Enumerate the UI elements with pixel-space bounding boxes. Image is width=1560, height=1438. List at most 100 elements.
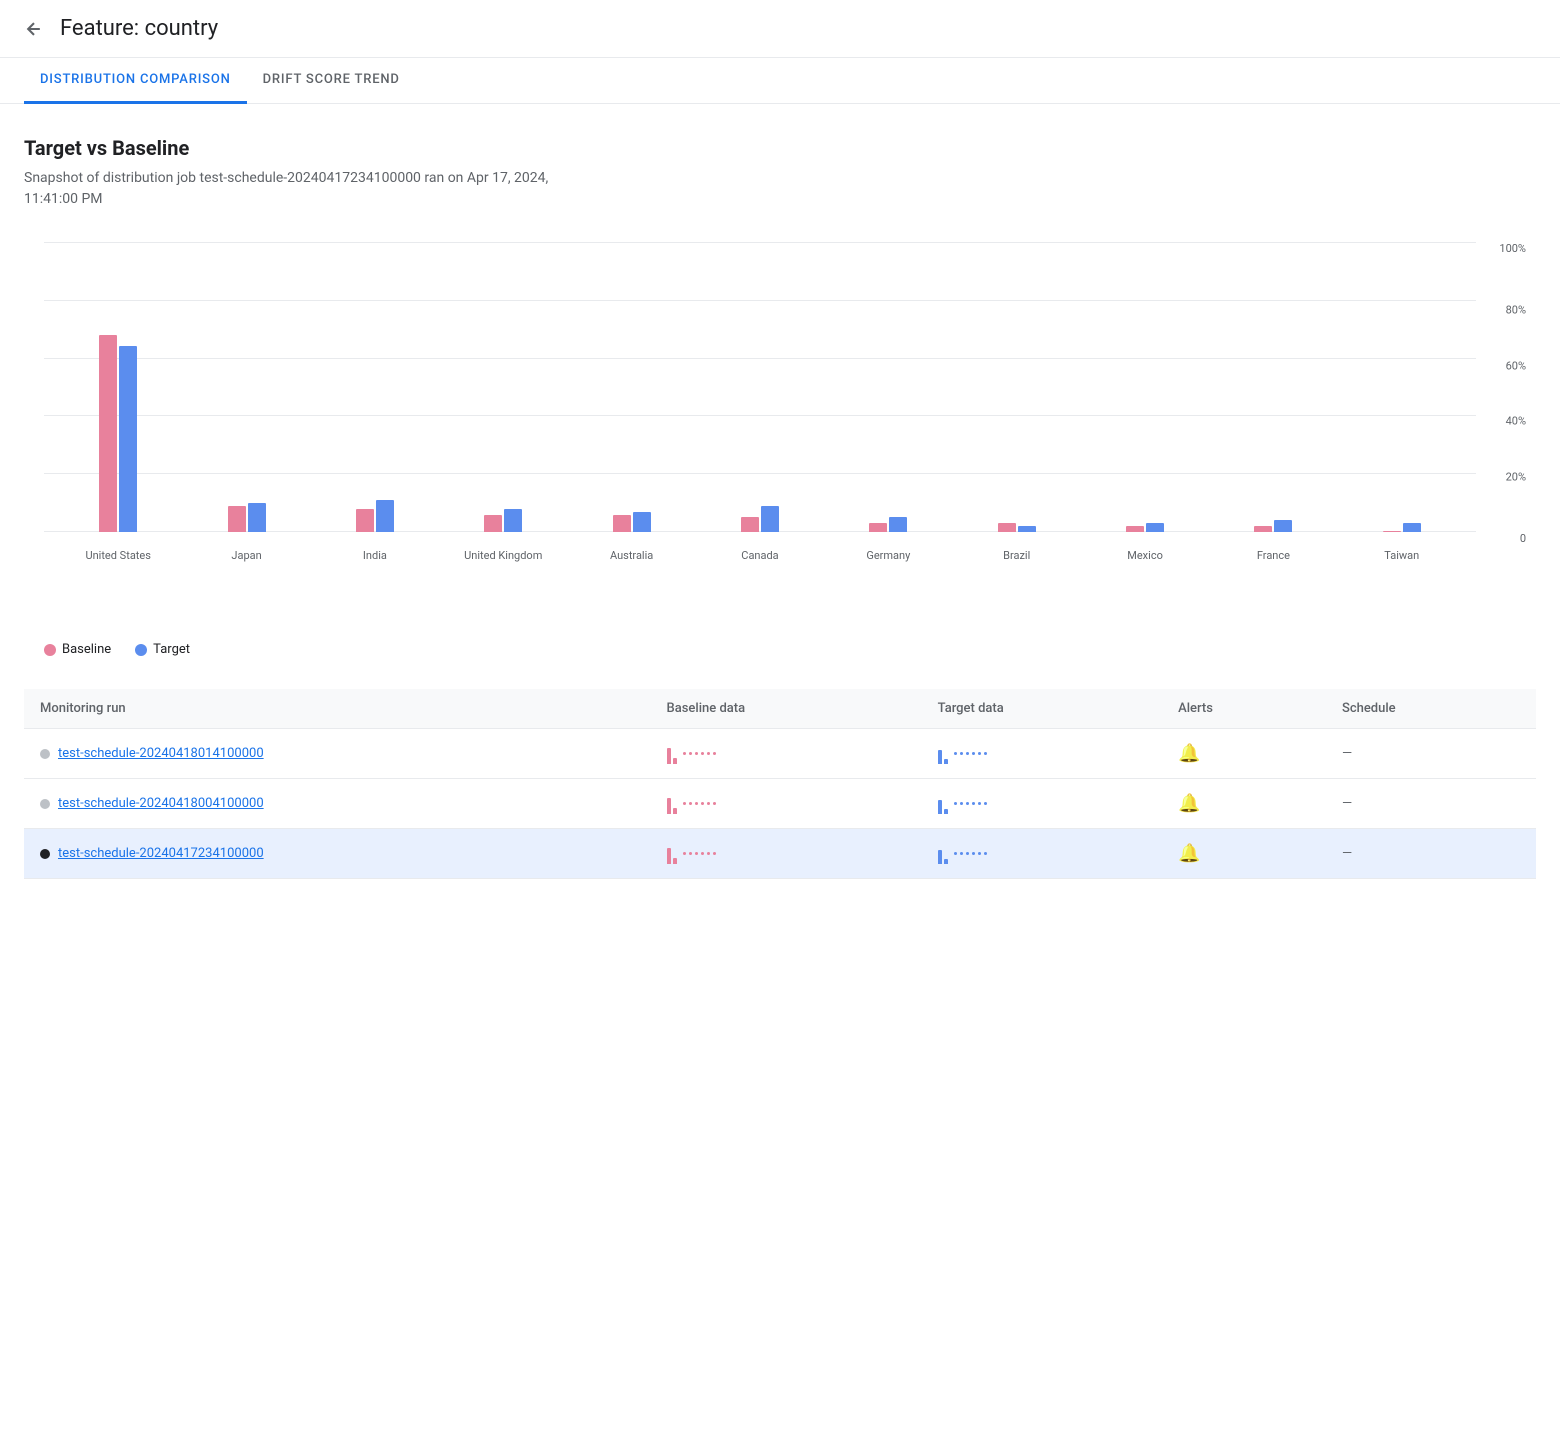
y-label-40: 40% xyxy=(1506,415,1526,428)
bar-target xyxy=(376,500,394,532)
mini-dots-target xyxy=(954,802,987,805)
mini-baseline-chart xyxy=(667,744,906,764)
section-subtitle: Snapshot of distribution job test-schedu… xyxy=(24,168,1536,210)
row-indicator xyxy=(40,749,50,759)
mini-target-chart xyxy=(938,844,1147,864)
bar-group xyxy=(696,506,824,532)
mini-dot xyxy=(689,752,692,755)
back-button[interactable] xyxy=(24,19,44,39)
mini-dot-target xyxy=(972,802,975,805)
monitoring-run-link[interactable]: test-schedule-20240418014100000 xyxy=(58,746,264,761)
main-content: Target vs Baseline Snapshot of distribut… xyxy=(0,104,1560,911)
bar-target xyxy=(1274,520,1292,532)
mini-bar-group xyxy=(667,844,677,864)
monitoring-run-link[interactable]: test-schedule-20240418004100000 xyxy=(58,796,264,811)
tab-distribution[interactable]: DISTRIBUTION COMPARISON xyxy=(24,58,247,104)
bar-target xyxy=(761,506,779,532)
mini-dot-target xyxy=(984,852,987,855)
bar-group xyxy=(54,335,182,532)
table-row: test-schedule-20240418014100000 xyxy=(24,729,1536,779)
mini-dots-target xyxy=(954,852,987,855)
bar-target xyxy=(889,517,907,532)
table-cell-run: test-schedule-20240418014100000 xyxy=(24,729,651,779)
legend-baseline: Baseline xyxy=(44,642,111,657)
mini-dot-target xyxy=(972,752,975,755)
table-cell-run: test-schedule-20240418004100000 xyxy=(24,779,651,829)
alert-bell-icon: 🔔 xyxy=(1178,743,1200,764)
x-label: Brazil xyxy=(953,543,1081,562)
mini-bar-group xyxy=(667,794,677,814)
tab-drift[interactable]: DRIFT SCORE TREND xyxy=(247,58,416,104)
bar-baseline xyxy=(613,515,631,532)
mini-dot-target xyxy=(960,802,963,805)
table-cell-alerts: 🔔 xyxy=(1162,829,1326,879)
mini-dot-target xyxy=(966,802,969,805)
mini-dot xyxy=(683,752,686,755)
mini-bar-group-target xyxy=(938,794,948,814)
mini-dot xyxy=(695,852,698,855)
section-title: Target vs Baseline xyxy=(24,136,1536,160)
bar-group xyxy=(439,509,567,532)
legend-target-dot xyxy=(135,644,147,656)
bar-target xyxy=(504,509,522,532)
bar-group xyxy=(182,503,310,532)
x-label: Mexico xyxy=(1081,543,1209,562)
mini-bar-baseline-short xyxy=(673,808,677,814)
mini-dot-target xyxy=(984,802,987,805)
bar-target xyxy=(119,346,137,532)
x-label: Canada xyxy=(696,543,824,562)
table-cell-schedule: — xyxy=(1326,779,1536,829)
bar-group xyxy=(1338,523,1466,532)
mini-bar-baseline-short xyxy=(673,758,677,764)
col-baseline-data: Baseline data xyxy=(651,689,922,729)
mini-dot xyxy=(707,802,710,805)
mini-dot xyxy=(707,852,710,855)
bar-baseline xyxy=(1383,531,1401,532)
mini-bar-target-short xyxy=(944,859,948,864)
y-label-0: 0 xyxy=(1520,532,1526,545)
legend-baseline-dot xyxy=(44,644,56,656)
mini-dot xyxy=(701,802,704,805)
mini-dots-baseline xyxy=(683,752,716,755)
x-label: Australia xyxy=(567,543,695,562)
bar-target xyxy=(633,512,651,532)
bar-baseline xyxy=(869,523,887,532)
mini-dot xyxy=(695,802,698,805)
mini-bar-group-target xyxy=(938,844,948,864)
mini-dot-target xyxy=(984,752,987,755)
bar-group xyxy=(1209,520,1337,532)
table-cell-run: test-schedule-20240417234100000 xyxy=(24,829,651,879)
table-cell-baseline xyxy=(651,829,922,879)
legend-target-label: Target xyxy=(153,642,190,657)
bar-baseline xyxy=(1254,526,1272,532)
bar-target xyxy=(248,503,266,532)
mini-dot-target xyxy=(978,752,981,755)
y-label-100: 100% xyxy=(1499,242,1526,255)
mini-dot xyxy=(695,752,698,755)
mini-bar-baseline-tall xyxy=(667,748,671,764)
mini-bar-baseline-tall xyxy=(667,848,671,864)
bar-target xyxy=(1146,523,1164,532)
monitoring-run-link[interactable]: test-schedule-20240417234100000 xyxy=(58,846,264,861)
monitoring-table: Monitoring run Baseline data Target data… xyxy=(24,689,1536,879)
table-cell-target xyxy=(922,829,1163,879)
mini-bar-target-tall xyxy=(938,850,942,864)
mini-baseline-chart xyxy=(667,794,906,814)
table-cell-alerts: 🔔 xyxy=(1162,729,1326,779)
x-axis-labels: United StatesJapanIndiaUnited KingdomAus… xyxy=(44,543,1476,562)
distribution-chart: 100% 80% 60% 40% 20% 0 United StatesJapa… xyxy=(24,242,1536,622)
bar-group xyxy=(567,512,695,532)
mini-dot xyxy=(689,802,692,805)
bar-baseline xyxy=(99,335,117,532)
x-label: United States xyxy=(54,543,182,562)
bar-baseline xyxy=(1126,526,1144,532)
mini-dot xyxy=(713,802,716,805)
mini-dots-baseline xyxy=(683,852,716,855)
bar-baseline xyxy=(356,509,374,532)
table-cell-target xyxy=(922,729,1163,779)
mini-dot xyxy=(689,852,692,855)
mini-dot xyxy=(713,852,716,855)
table-cell-baseline xyxy=(651,779,922,829)
mini-dot-target xyxy=(960,752,963,755)
x-label: India xyxy=(311,543,439,562)
